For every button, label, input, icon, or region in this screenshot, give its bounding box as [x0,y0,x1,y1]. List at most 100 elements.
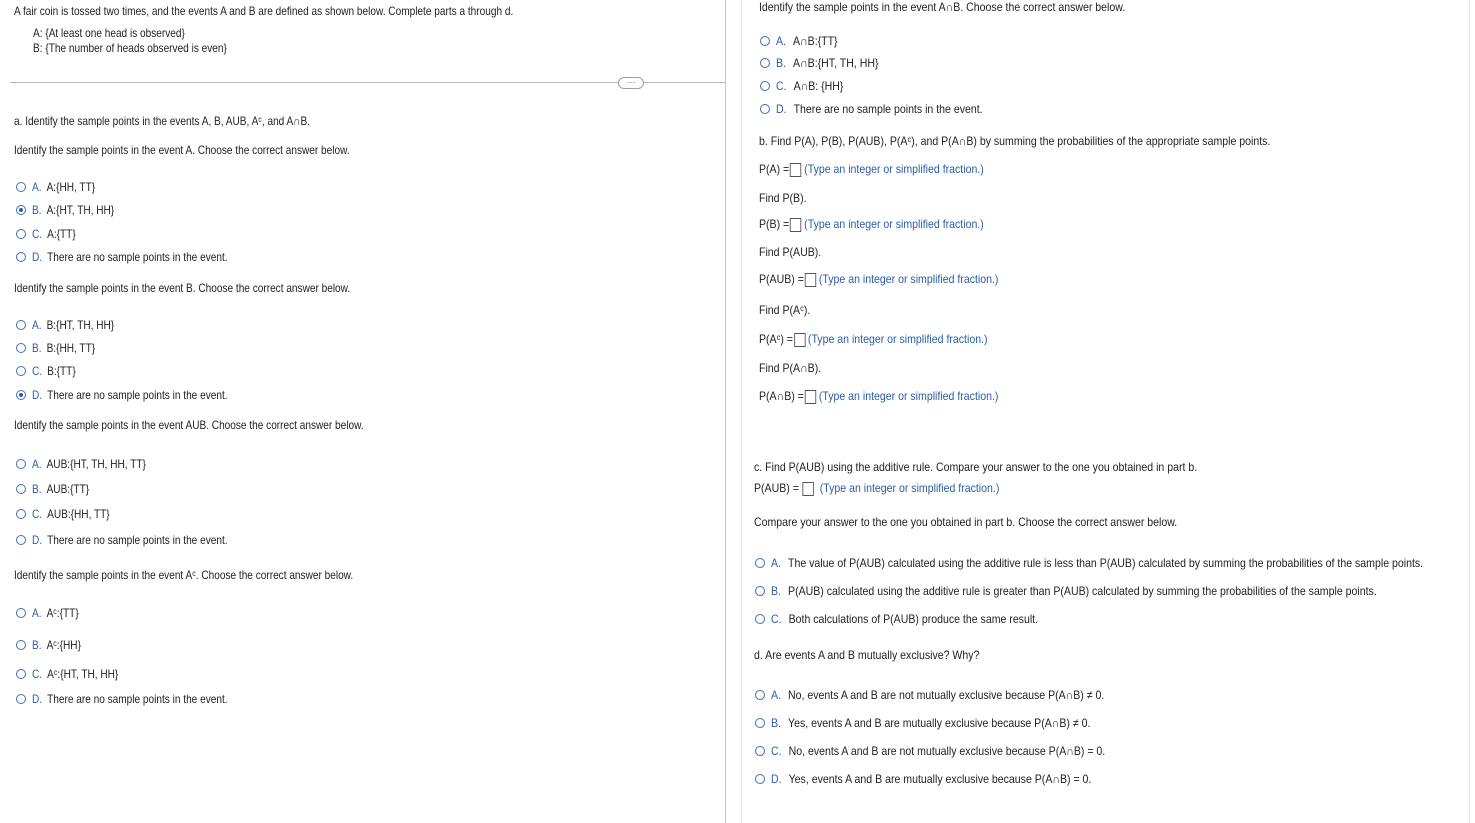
option-d[interactable]: D. There are no sample points in the even… [16,388,265,402]
part-b-find-label: Find P(B). [759,191,807,205]
part-b-answer-row: P(B) = (Type an integer or simplified fra… [759,217,1014,232]
radio-button[interactable] [755,614,765,624]
radio-button[interactable] [755,774,765,784]
option-c[interactable]: C. A∩B: {HH} [760,79,853,93]
question-event-b: Identify the sample points in the event … [14,281,351,295]
option-letter: B. [776,56,786,70]
option-text: B:{HH, TT} [46,341,96,355]
part-d-heading: d. Are events A and B mutually exclusive… [754,648,980,662]
option-a[interactable]: A. The value of P(AUB) calculated using t… [755,556,1475,570]
option-text: No, events A and B are not mutually excl… [788,688,1105,702]
option-b[interactable]: B. P(AUB) calculated using the additive r… [755,584,1459,598]
option-b[interactable]: B. Aᶜ:{HH} [16,638,90,652]
radio-button[interactable] [16,343,26,353]
option-text: A∩B:{HT, TH, HH} [793,56,879,70]
probability-answer-input[interactable] [790,162,802,177]
radio-button[interactable] [16,694,26,704]
option-a[interactable]: A. B:{HT, TH, HH} [16,318,130,332]
radio-button[interactable] [16,608,26,618]
radio-button[interactable] [760,36,770,46]
probability-label: P(AUB) = [759,272,804,286]
answer-format-hint: (Type an integer or simplified fraction.… [804,217,984,231]
part-b-answer-row: P(A) = (Type an integer or simplified fra… [759,162,1014,177]
option-c[interactable]: C. AUB:{HH, TT} [16,507,124,521]
radio-button[interactable] [755,718,765,728]
option-letter: C. [771,744,782,758]
option-d[interactable]: D. Yes, events A and B are mutually exclu… [755,772,1135,786]
radio-button[interactable] [760,104,770,114]
part-c-answer-input[interactable] [802,481,815,496]
radio-button[interactable] [755,558,765,568]
radio-button[interactable] [16,535,26,545]
option-c[interactable]: C. No, events A and B are not mutually ex… [755,744,1151,758]
option-d[interactable]: D. There are no sample points in the even… [16,533,265,547]
option-text: AUB:{HH, TT} [47,507,110,521]
part-b-answer-row: P(Aᶜ) = (Type an integer or simplified fr… [759,332,1019,347]
part-b-find-label: Find P(AUB). [759,245,822,259]
radio-button[interactable] [16,320,26,330]
option-letter: B. [771,716,781,730]
radio-button[interactable] [16,182,26,192]
event-b-definition: B: {The number of heads observed is even… [33,41,227,55]
probability-answer-input[interactable] [804,272,817,287]
option-letter: C. [32,227,43,241]
radio-button[interactable] [760,58,770,68]
radio-button[interactable] [16,640,26,650]
option-text: There are no sample points in the event. [47,250,228,264]
option-text: A:{HT, TH, HH} [46,203,115,217]
option-d[interactable]: D. There are no sample points in the even… [16,692,265,706]
option-c[interactable]: C. A:{TT} [16,227,84,241]
option-b[interactable]: B. AUB:{TT} [16,482,100,496]
radio-button[interactable] [16,509,26,519]
option-letter: A. [771,556,781,570]
expand-handle[interactable]: ⋯ [618,77,644,89]
radio-button[interactable] [16,366,26,376]
option-c[interactable]: C. Both calculations of P(AUB) produce th… [755,612,1074,626]
option-d[interactable]: D. There are no sample points in the even… [16,250,265,264]
radio-button[interactable] [755,586,765,596]
probability-answer-input[interactable] [793,332,806,347]
answer-format-hint: (Type an integer or simplified fraction.… [807,332,988,346]
option-letter: C. [32,507,43,521]
radio-button[interactable] [16,484,26,494]
part-c-answer-row: P(AUB) = (Type an integer or simplified … [754,481,1033,496]
option-letter: D. [771,772,782,786]
radio-button[interactable] [16,459,26,469]
option-d[interactable]: D. There are no sample points in the even… [760,102,1011,116]
option-b[interactable]: B. A∩B:{HT, TH, HH} [760,56,892,70]
option-b[interactable]: B. Yes, events A and B are mutually exclu… [755,716,1134,730]
option-letter: C. [771,612,782,626]
probability-answer-input[interactable] [804,389,817,404]
option-letter: B. [32,341,42,355]
radio-button[interactable] [16,669,26,679]
part-c-label: P(AUB) = [754,481,799,495]
option-c[interactable]: C. B:{TT} [16,364,84,378]
probability-answer-input[interactable] [790,217,802,232]
option-text: There are no sample points in the event. [47,692,228,706]
radio-button[interactable] [16,229,26,239]
radio-button[interactable] [755,746,765,756]
radio-button[interactable] [16,205,26,215]
radio-button[interactable] [16,252,26,262]
right-pane-edge [1469,0,1470,823]
radio-button[interactable] [16,390,26,400]
radio-button[interactable] [760,81,770,91]
part-b-heading: b. Find P(A), P(B), P(AUB), P(Aᶜ), and P… [759,134,1271,148]
option-a[interactable]: A. A:{HH, TT} [16,180,107,194]
event-a-definition: A: {At least one head is observed} [33,26,185,40]
option-b[interactable]: B. B:{HH, TT} [16,341,107,355]
part-c-hint: (Type an integer or simplified fraction.… [819,481,1000,495]
option-letter: B. [771,584,781,598]
option-letter: B. [32,638,42,652]
option-c[interactable]: C. Aᶜ:{HT, TH, HH} [16,667,135,681]
option-a[interactable]: A. Aᶜ:{TT} [16,606,88,620]
option-a[interactable]: A. No, events A and B are not mutually ex… [755,688,1150,702]
option-b[interactable]: B. A:{HT, TH, HH} [16,203,130,217]
option-text: B:{HT, TH, HH} [46,318,115,332]
pane-divider[interactable] [725,0,726,823]
radio-button[interactable] [755,690,765,700]
option-text: There are no sample points in the event. [793,102,983,116]
option-a[interactable]: A. A∩B:{TT} [760,34,846,48]
part-a-heading: a. Identify the sample points in the eve… [14,114,311,128]
option-a[interactable]: A. AUB:{HT, TH, HH, TT} [16,457,168,471]
